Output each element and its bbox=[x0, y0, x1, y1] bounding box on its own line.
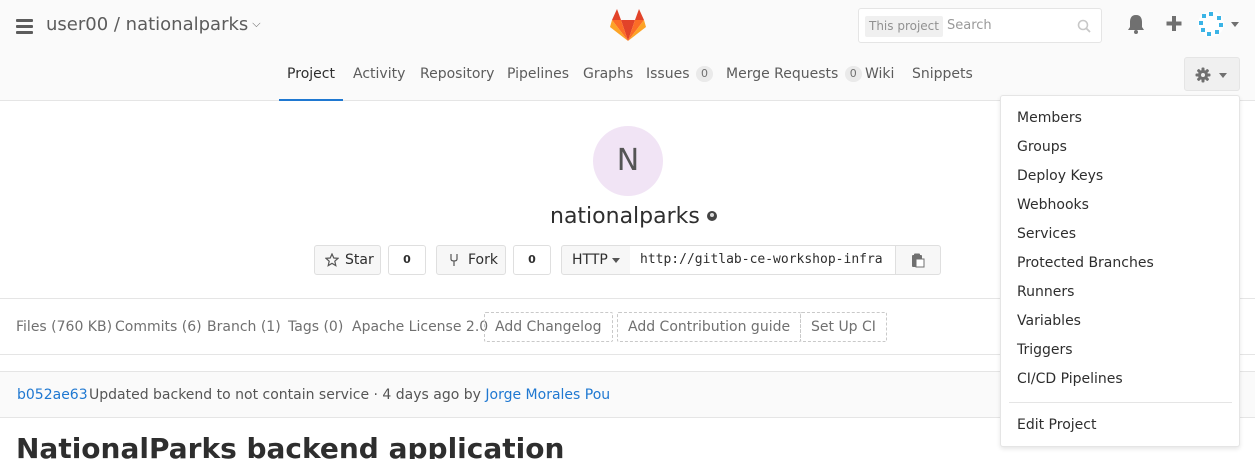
issues-count-badge: 0 bbox=[695, 66, 713, 82]
add-changelog-button[interactable]: Add Changelog bbox=[484, 312, 613, 342]
fork-count[interactable]: 0 bbox=[513, 245, 551, 275]
menu-item-services[interactable]: Services bbox=[1017, 226, 1076, 242]
fork-button[interactable]: Fork bbox=[436, 245, 506, 275]
chevron-down-icon bbox=[1219, 73, 1227, 78]
copy-url-button[interactable] bbox=[895, 245, 941, 275]
project-settings-dropdown: Members Groups Deploy Keys Webhooks Serv… bbox=[1000, 95, 1240, 447]
menu-item-deploy-keys[interactable]: Deploy Keys bbox=[1017, 168, 1103, 184]
star-label: Star bbox=[345, 252, 374, 268]
menu-divider bbox=[1009, 402, 1232, 403]
tab-repository[interactable]: Repository bbox=[420, 50, 494, 101]
project-path-dropdown[interactable]: user00 / nationalparks ⌵ bbox=[46, 14, 261, 35]
menu-item-groups[interactable]: Groups bbox=[1017, 139, 1067, 155]
menu-item-ci-cd-pipelines[interactable]: CI/CD Pipelines bbox=[1017, 371, 1123, 387]
gitlab-logo-icon[interactable] bbox=[609, 7, 647, 43]
commit-author-link[interactable]: Jorge Morales Pou bbox=[485, 387, 610, 403]
project-settings-button[interactable] bbox=[1184, 57, 1240, 91]
chevron-down-icon bbox=[612, 258, 620, 263]
fork-label: Fork bbox=[468, 252, 498, 268]
tab-issues[interactable]: Issues 0 bbox=[646, 50, 713, 101]
tab-snippets[interactable]: Snippets bbox=[912, 50, 973, 101]
setup-ci-button[interactable]: Set Up CI bbox=[800, 312, 887, 342]
search-scope-label: This project bbox=[865, 16, 943, 37]
menu-hamburger-icon[interactable] bbox=[16, 19, 33, 34]
project-name: nationalparks bbox=[550, 204, 717, 229]
add-contribution-guide-button[interactable]: Add Contribution guide bbox=[617, 312, 802, 342]
files-stat[interactable]: Files (760 KB) bbox=[16, 319, 112, 335]
chevron-down-icon: ⌵ bbox=[252, 17, 261, 30]
menu-item-runners[interactable]: Runners bbox=[1017, 284, 1074, 300]
readme-heading: NationalParks backend application bbox=[16, 432, 565, 459]
star-button[interactable]: Star bbox=[314, 245, 381, 275]
menu-item-members[interactable]: Members bbox=[1017, 110, 1082, 126]
menu-item-triggers[interactable]: Triggers bbox=[1017, 342, 1073, 358]
menu-item-variables[interactable]: Variables bbox=[1017, 313, 1081, 329]
clone-protocol-dropdown[interactable]: HTTP bbox=[561, 245, 631, 275]
user-menu-caret-icon[interactable] bbox=[1231, 22, 1239, 27]
new-item-plus-icon[interactable] bbox=[1164, 12, 1184, 36]
commits-stat[interactable]: Commits (6) bbox=[115, 319, 202, 335]
tab-merge-requests[interactable]: Merge Requests 0 bbox=[726, 50, 862, 101]
fork-icon bbox=[450, 254, 458, 266]
star-count[interactable]: 0 bbox=[388, 245, 426, 275]
tab-activity[interactable]: Activity bbox=[353, 50, 405, 101]
search-input[interactable]: Search bbox=[947, 18, 992, 33]
tab-wiki[interactable]: Wiki bbox=[865, 50, 894, 101]
branch-stat[interactable]: Branch (1) bbox=[207, 319, 281, 335]
tab-graphs[interactable]: Graphs bbox=[583, 50, 633, 101]
protocol-label: HTTP bbox=[572, 252, 608, 268]
notifications-bell-icon[interactable] bbox=[1126, 12, 1146, 36]
merge-requests-count-badge: 0 bbox=[844, 66, 862, 82]
gear-icon bbox=[1195, 67, 1211, 83]
user-avatar-icon[interactable] bbox=[1197, 10, 1225, 38]
menu-item-webhooks[interactable]: Webhooks bbox=[1017, 197, 1089, 213]
project-path: user00 / nationalparks bbox=[46, 14, 249, 35]
commit-message: Updated backend to not contain service ·… bbox=[89, 387, 611, 403]
tags-stat[interactable]: Tags (0) bbox=[288, 319, 343, 335]
search-box[interactable]: This project Search bbox=[858, 8, 1102, 43]
license-link[interactable]: Apache License 2.0 bbox=[352, 319, 488, 335]
tab-pipelines[interactable]: Pipelines bbox=[507, 50, 569, 101]
public-globe-icon bbox=[706, 211, 717, 221]
menu-item-protected-branches[interactable]: Protected Branches bbox=[1017, 255, 1154, 271]
tab-project[interactable]: Project bbox=[279, 50, 343, 101]
project-avatar: N bbox=[593, 126, 663, 196]
top-navbar: user00 / nationalparks ⌵ This project Sea… bbox=[0, 0, 1255, 101]
star-icon bbox=[325, 253, 339, 267]
commit-sha-link[interactable]: b052ae63 bbox=[17, 387, 88, 403]
menu-item-edit-project[interactable]: Edit Project bbox=[1017, 417, 1096, 433]
clone-url-input[interactable]: http://gitlab-ce-workshop-infra bbox=[630, 245, 896, 275]
search-icon bbox=[1077, 19, 1091, 33]
clipboard-icon bbox=[912, 253, 925, 268]
